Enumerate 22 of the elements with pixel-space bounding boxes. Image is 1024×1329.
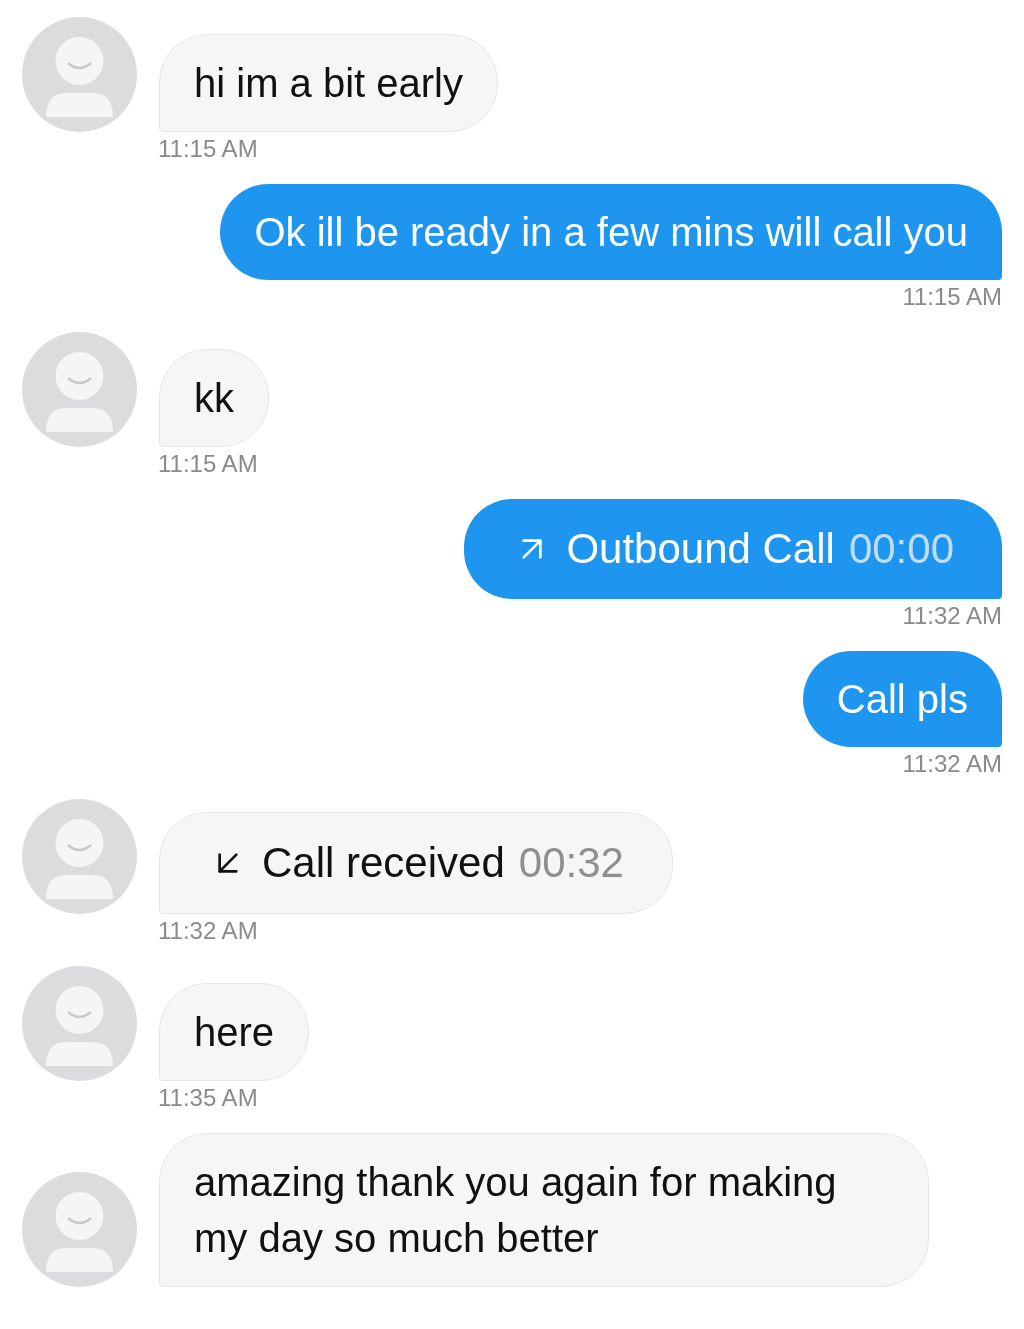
avatar-icon	[22, 17, 137, 132]
call-label: Outbound Call	[566, 524, 835, 574]
message-bubble: kk	[159, 349, 269, 447]
message-time: 11:32 AM	[158, 916, 258, 946]
message-bubble: Ok ill be ready in a few mins will call you	[220, 184, 1002, 280]
message-time: 11:15 AM	[158, 449, 258, 479]
avatar-icon	[22, 1172, 137, 1287]
message-time: 11:32 AM	[902, 601, 1002, 631]
avatar-icon	[22, 799, 137, 914]
message-bubble: here	[159, 983, 310, 1081]
message-time: 11:15 AM	[902, 282, 1002, 312]
message-time: 11:35 AM	[158, 1083, 258, 1113]
call-duration: 00:00	[848, 524, 954, 574]
message-bubble: hi im a bit early	[159, 34, 498, 132]
message-time: 11:32 AM	[902, 749, 1002, 779]
avatar-icon	[22, 332, 137, 447]
message-time: 11:15 AM	[158, 134, 258, 164]
call-duration: 00:32	[518, 838, 624, 888]
message-bubble: amazing thank you again for making my day so much better	[159, 1133, 929, 1287]
call-label: Call received	[262, 838, 505, 888]
avatar-icon	[22, 966, 137, 1081]
message-bubble: Call pls	[802, 651, 1002, 747]
